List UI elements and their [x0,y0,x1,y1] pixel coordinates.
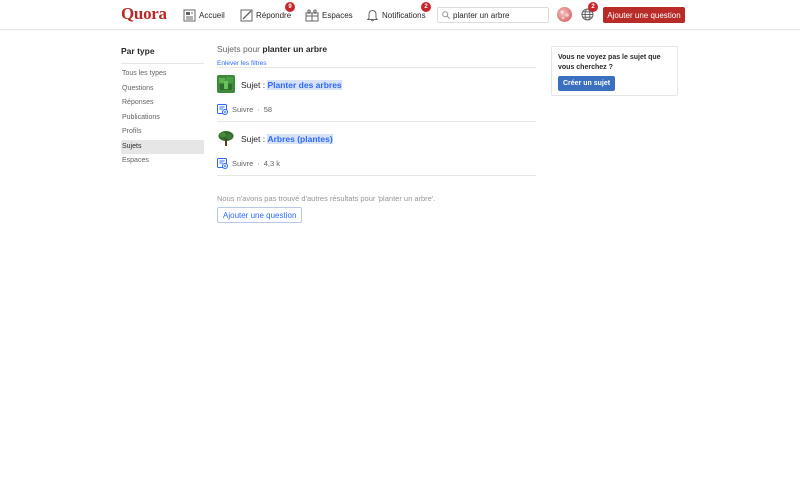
follow-label: Suivre [232,105,254,114]
topic-image-planting-trees[interactable] [217,75,235,93]
topic-result: Sujet : Arbres (plantes) Suivre · 4,3 k [217,122,536,176]
remove-filters-link[interactable]: Enlever les filtres [217,60,267,67]
sidebar-item-all-types[interactable]: Tous les types [121,67,204,82]
sidebar-item-answers[interactable]: Réponses [121,96,204,111]
topic-image-trees-plants[interactable] [217,129,235,147]
sidebar-title: Par type [121,46,204,64]
bell-icon [366,9,379,21]
follow-label: Suivre [232,159,254,168]
sidebar-item-spaces[interactable]: Espaces [121,154,204,169]
filter-sidebar: Par type Tous les types Questions Répons… [121,46,204,169]
search-icon [442,11,450,19]
notifications-count-badge: 2 [421,2,431,12]
create-topic-button[interactable]: Créer un sujet [558,76,616,91]
home-icon [183,9,196,21]
nav-spaces[interactable]: Espaces [305,7,353,23]
nav-notifications-label: Notifications [382,10,426,20]
search-input[interactable] [453,10,543,20]
top-navigation-bar: Quora Accueil Répondre 9 Espaces Notific… [0,0,800,30]
quora-logo[interactable]: Quora [121,4,167,24]
follow-button[interactable]: Suivre [217,104,253,115]
heading-divider: Enlever les filtres [217,54,536,68]
topic-link[interactable]: Planter des arbres [267,80,342,90]
results-heading-prefix: Sujets pour [217,44,263,54]
nav-home-label: Accueil [199,10,225,20]
search-results: Sujets pour planter un arbre Enlever les… [217,44,536,223]
follow-separator: · [257,159,260,168]
avatar[interactable] [557,7,572,22]
create-topic-card: Vous ne voyez pas le sujet que vous cher… [551,46,678,96]
follower-count: 58 [263,105,273,114]
nav-answer[interactable]: Répondre [240,7,291,23]
nav-home[interactable]: Accueil [183,7,225,23]
sidebar-item-posts[interactable]: Publications [121,111,204,126]
topic-follow-row: Suivre · 4,3 k [217,158,280,169]
answer-count-badge: 9 [285,2,295,12]
follow-button[interactable]: Suivre [217,158,253,169]
topic-title-line: Sujet : Arbres (plantes) [241,134,333,144]
language-badge: 2 [588,2,598,12]
follow-separator: · [257,105,260,114]
spaces-icon [305,9,319,21]
pencil-icon [240,9,253,21]
topic-prefix: Sujet : [241,134,268,144]
follower-count: 4,3 k [263,159,281,168]
follow-icon [217,104,228,115]
add-question-button-secondary[interactable]: Ajouter une question [217,207,303,223]
add-question-button[interactable]: Ajouter une question [603,7,685,23]
sidebar-item-questions[interactable]: Questions [121,82,204,97]
topic-follow-row: Suivre · 58 [217,104,272,115]
topic-title-line: Sujet : Planter des arbres [241,80,342,90]
search-box[interactable] [437,7,549,23]
sidebar-item-profiles[interactable]: Profils [121,125,204,140]
results-heading-query: planter un arbre [262,44,328,54]
topic-prefix: Sujet : [241,80,268,90]
topic-result: Sujet : Planter des arbres Suivre · 58 [217,68,536,122]
nav-notifications[interactable]: Notifications [366,7,426,23]
create-topic-prompt: Vous ne voyez pas le sujet que vous cher… [558,54,661,71]
follow-icon [217,158,228,169]
topic-link[interactable]: Arbres (plantes) [267,134,333,144]
no-more-results-text: Nous n'avons pas trouvé d'autres résulta… [217,194,436,203]
sidebar-item-topics[interactable]: Sujets [121,139,204,154]
nav-answer-label: Répondre [256,10,292,20]
nav-spaces-label: Espaces [322,10,353,20]
results-heading: Sujets pour planter un arbre [217,44,536,54]
